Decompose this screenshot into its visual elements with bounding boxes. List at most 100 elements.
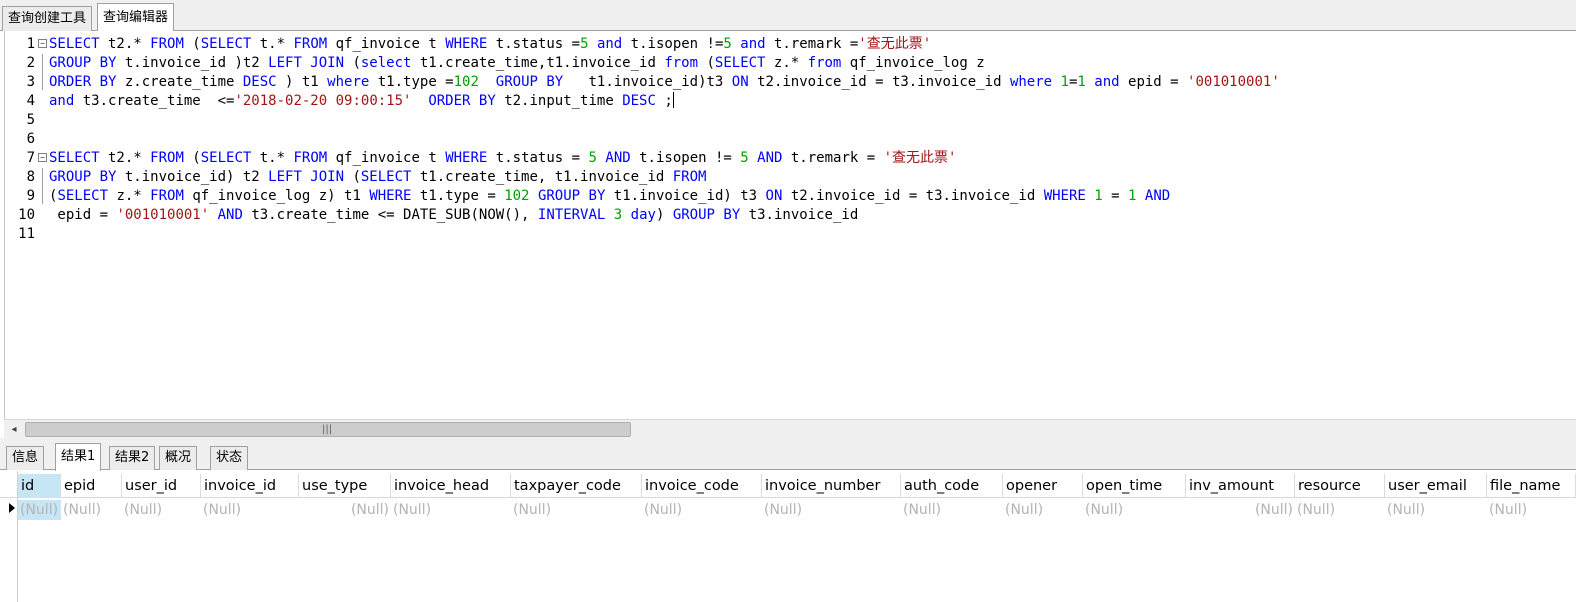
column-header-user-email[interactable]: user_email <box>1385 474 1487 498</box>
column-header-epid[interactable]: epid <box>61 474 122 498</box>
tab-query-editor[interactable]: 查询编辑器 <box>97 3 175 32</box>
fold-toggle-icon[interactable]: − <box>38 153 47 162</box>
code-token: AND <box>217 207 243 223</box>
grid-cell-inv-amount[interactable]: (Null) <box>1186 500 1295 520</box>
scroll-grip-icon: ||| <box>322 424 333 435</box>
code-token: from <box>664 55 699 71</box>
code-token: ( <box>183 150 201 166</box>
grid-cell-user-id[interactable]: (Null) <box>122 500 201 520</box>
column-header-invoice-head[interactable]: invoice_head <box>391 474 511 498</box>
column-header-opener[interactable]: opener <box>1003 474 1083 498</box>
code-line[interactable]: 8 GROUP BY t.invoice_id) t2 LEFT JOIN (SE… <box>5 168 1575 187</box>
grid-cell-invoice-number[interactable]: (Null) <box>762 500 901 520</box>
code-token: t1.type = <box>369 74 454 90</box>
grid-cell-open-time[interactable]: (Null) <box>1083 500 1186 520</box>
code-token: t.remark = <box>765 36 859 52</box>
code-token: ) <box>655 207 673 223</box>
code-token: t.isopen != <box>630 150 741 166</box>
code-token: FROM <box>150 36 184 52</box>
code-line[interactable]: 7− SELECT t2.* FROM (SELECT t.* FROM qf_i… <box>5 149 1575 168</box>
column-header-resource[interactable]: resource <box>1295 474 1385 498</box>
grid-cell-invoice-code[interactable]: (Null) <box>642 500 762 520</box>
code-token: where <box>1009 74 1053 90</box>
code-token: ) t1 <box>276 74 328 90</box>
code-token: '001010001' <box>116 207 210 223</box>
code-token: t3.create_time <= <box>74 93 235 109</box>
code-line[interactable]: 9 (SELECT z.* FROM qf_invoice_log z) t1 W… <box>5 187 1575 206</box>
code-line[interactable]: 3 ORDER BY z.create_time DESC ) t1 where … <box>5 73 1575 92</box>
column-header-taxpayer-code[interactable]: taxpayer_code <box>511 474 642 498</box>
code-token: t1.type = <box>411 188 505 204</box>
code-text: GROUP BY t.invoice_id) t2 LEFT JOIN (SEL… <box>49 168 706 187</box>
grid-cell-invoice-id[interactable]: (Null) <box>201 500 299 520</box>
code-token: 5 <box>723 36 732 52</box>
code-token: LEFT JOIN <box>268 169 345 185</box>
code-line[interactable]: 1− SELECT t2.* FROM (SELECT t.* FROM qf_i… <box>5 35 1575 54</box>
line-number: 11 <box>18 226 35 242</box>
grid-cell-id[interactable]: (Null) <box>18 500 61 520</box>
code-token: qf_invoice_log z) t1 <box>183 188 370 204</box>
code-line[interactable]: 2 GROUP BY t.invoice_id )t2 LEFT JOIN (se… <box>5 54 1575 73</box>
grid-cell-auth-code[interactable]: (Null) <box>901 500 1003 520</box>
code-token: t.invoice_id) t2 <box>116 169 269 185</box>
column-header-user-id[interactable]: user_id <box>122 474 201 498</box>
code-token: and <box>740 36 766 52</box>
code-token: '001010001' <box>1187 74 1280 90</box>
code-token: t.* <box>251 150 294 166</box>
grid-cell-opener[interactable]: (Null) <box>1003 500 1083 520</box>
grid-cell-file-name[interactable]: (Null) <box>1487 500 1576 520</box>
grid-cell-user-email[interactable]: (Null) <box>1385 500 1487 520</box>
code-line[interactable]: 6 <box>5 130 1575 149</box>
code-token: ( <box>698 55 715 71</box>
line-number: 3 <box>26 74 35 90</box>
code-line[interactable]: 4 and t3.create_time <='2018-02-20 09:00:… <box>5 92 1575 111</box>
grid-cell-use-type[interactable]: (Null) <box>299 500 391 520</box>
column-header-use-type[interactable]: use_type <box>299 474 391 498</box>
tab-status[interactable]: 状态 <box>210 446 249 470</box>
tab-result-2[interactable]: 结果2 <box>109 446 156 470</box>
grid-cell-taxpayer-code[interactable]: (Null) <box>511 500 642 520</box>
code-token: ( <box>183 36 201 52</box>
code-token: t.* <box>251 36 294 52</box>
code-line[interactable]: 10 epid = '001010001' AND t3.create_time… <box>5 206 1575 225</box>
column-header-open-time[interactable]: open_time <box>1083 474 1186 498</box>
tab-overview[interactable]: 概况 <box>159 446 198 470</box>
code-token: ON <box>731 74 749 90</box>
column-header-id[interactable]: id <box>18 474 61 498</box>
current-row-arrow-icon <box>9 503 15 513</box>
tab-query-builder[interactable]: 查询创建工具 <box>2 6 93 31</box>
grid-cell-resource[interactable]: (Null) <box>1295 500 1385 520</box>
grid-cell-invoice-head[interactable]: (Null) <box>391 500 511 520</box>
code-token: qf_invoice t <box>327 36 446 52</box>
code-line[interactable]: 11 <box>5 225 1575 244</box>
tab-info[interactable]: 信息 <box>6 446 45 470</box>
result-grid[interactable]: id epid user_id invoice_id use_type invoice_h… <box>0 471 1576 602</box>
sql-editor[interactable]: 1− SELECT t2.* FROM (SELECT t.* FROM qf_i… <box>4 31 1576 419</box>
code-token: ( <box>344 169 361 185</box>
code-token: 5 <box>580 36 589 52</box>
code-token: day <box>630 207 656 223</box>
column-header-inv-amount[interactable]: inv_amount <box>1186 474 1295 498</box>
grid-cell-epid[interactable]: (Null) <box>61 500 122 520</box>
column-header-auth-code[interactable]: auth_code <box>901 474 1003 498</box>
editor-horizontal-scrollbar[interactable]: ◂ ||| <box>4 419 1576 438</box>
code-token: from <box>807 55 842 71</box>
code-text: SELECT t2.* FROM (SELECT t.* FROM qf_inv… <box>49 35 931 54</box>
fold-toggle-icon[interactable]: − <box>38 39 47 48</box>
column-header-invoice-code[interactable]: invoice_code <box>642 474 762 498</box>
code-token: DESC <box>622 93 656 109</box>
code-line[interactable]: 5 <box>5 111 1575 130</box>
tab-result-1[interactable]: 结果1 <box>55 443 102 471</box>
code-token: t1.create_time,t1.invoice_id <box>411 55 665 71</box>
code-token: t.isopen != <box>622 36 724 52</box>
column-header-file-name[interactable]: file_name <box>1487 474 1576 498</box>
scroll-thumb[interactable]: ||| <box>25 422 631 437</box>
column-header-invoice-number[interactable]: invoice_number <box>762 474 901 498</box>
code-token: epid = <box>1119 74 1188 90</box>
column-header-invoice-id[interactable]: invoice_id <box>201 474 299 498</box>
code-token: t.status = <box>487 36 581 52</box>
scroll-left-arrow-icon[interactable]: ◂ <box>6 421 22 438</box>
